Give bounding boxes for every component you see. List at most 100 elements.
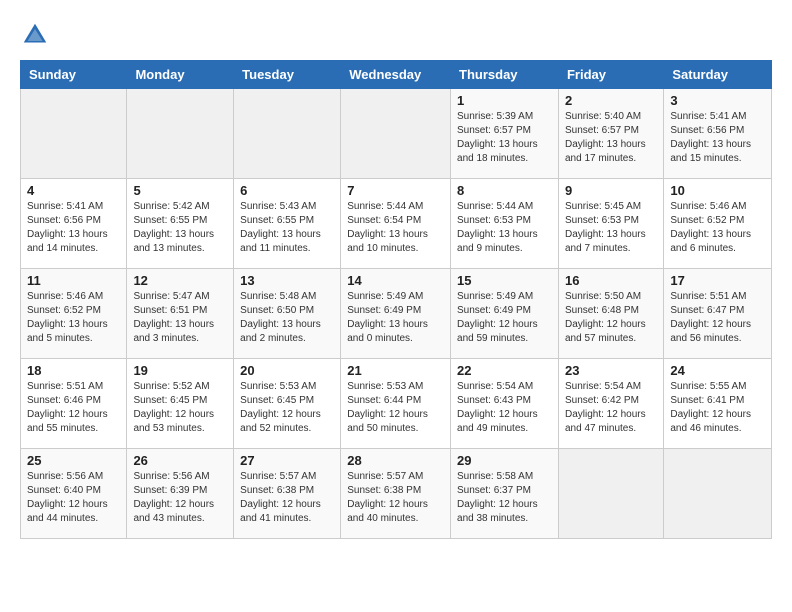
day-info: Sunrise: 5:51 AM Sunset: 6:47 PM Dayligh…	[670, 290, 765, 346]
logo	[20, 20, 54, 50]
week-row-2: 4 Sunrise: 5:41 AM Sunset: 6:56 PM Daylig…	[21, 179, 772, 269]
day-info: Sunrise: 5:56 AM Sunset: 6:39 PM Dayligh…	[133, 470, 227, 526]
day-number: 1	[457, 93, 552, 108]
day-number: 2	[565, 93, 657, 108]
day-cell: 4 Sunrise: 5:41 AM Sunset: 6:56 PM Daylig…	[21, 179, 127, 269]
day-info: Sunrise: 5:44 AM Sunset: 6:53 PM Dayligh…	[457, 200, 552, 256]
day-number: 21	[347, 363, 444, 378]
day-cell: 2 Sunrise: 5:40 AM Sunset: 6:57 PM Daylig…	[558, 89, 663, 179]
day-cell: 12 Sunrise: 5:47 AM Sunset: 6:51 PM Dayli…	[127, 269, 234, 359]
day-number: 22	[457, 363, 552, 378]
day-info: Sunrise: 5:46 AM Sunset: 6:52 PM Dayligh…	[670, 200, 765, 256]
day-info: Sunrise: 5:51 AM Sunset: 6:46 PM Dayligh…	[27, 380, 120, 436]
day-cell: 8 Sunrise: 5:44 AM Sunset: 6:53 PM Daylig…	[451, 179, 559, 269]
day-number: 17	[670, 273, 765, 288]
day-cell: 20 Sunrise: 5:53 AM Sunset: 6:45 PM Dayli…	[234, 359, 341, 449]
day-info: Sunrise: 5:49 AM Sunset: 6:49 PM Dayligh…	[347, 290, 444, 346]
day-cell: 7 Sunrise: 5:44 AM Sunset: 6:54 PM Daylig…	[341, 179, 451, 269]
day-info: Sunrise: 5:55 AM Sunset: 6:41 PM Dayligh…	[670, 380, 765, 436]
day-info: Sunrise: 5:56 AM Sunset: 6:40 PM Dayligh…	[27, 470, 120, 526]
day-number: 20	[240, 363, 334, 378]
day-info: Sunrise: 5:49 AM Sunset: 6:49 PM Dayligh…	[457, 290, 552, 346]
day-cell	[21, 89, 127, 179]
day-number: 5	[133, 183, 227, 198]
day-info: Sunrise: 5:46 AM Sunset: 6:52 PM Dayligh…	[27, 290, 120, 346]
day-cell: 10 Sunrise: 5:46 AM Sunset: 6:52 PM Dayli…	[664, 179, 772, 269]
day-info: Sunrise: 5:54 AM Sunset: 6:42 PM Dayligh…	[565, 380, 657, 436]
day-cell: 18 Sunrise: 5:51 AM Sunset: 6:46 PM Dayli…	[21, 359, 127, 449]
day-cell: 11 Sunrise: 5:46 AM Sunset: 6:52 PM Dayli…	[21, 269, 127, 359]
day-info: Sunrise: 5:50 AM Sunset: 6:48 PM Dayligh…	[565, 290, 657, 346]
day-cell: 25Sunrise: 5:56 AM Sunset: 6:40 PM Dayli…	[21, 449, 127, 539]
page-header	[20, 20, 772, 50]
day-cell	[127, 89, 234, 179]
day-info: Sunrise: 5:43 AM Sunset: 6:55 PM Dayligh…	[240, 200, 334, 256]
day-number: 7	[347, 183, 444, 198]
header-cell-saturday: Saturday	[664, 61, 772, 89]
day-cell: 23 Sunrise: 5:54 AM Sunset: 6:42 PM Dayli…	[558, 359, 663, 449]
day-info: Sunrise: 5:53 AM Sunset: 6:45 PM Dayligh…	[240, 380, 334, 436]
day-number: 9	[565, 183, 657, 198]
day-cell: 9 Sunrise: 5:45 AM Sunset: 6:53 PM Daylig…	[558, 179, 663, 269]
day-cell: 13 Sunrise: 5:48 AM Sunset: 6:50 PM Dayli…	[234, 269, 341, 359]
week-row-1: 1 Sunrise: 5:39 AM Sunset: 6:57 PM Daylig…	[21, 89, 772, 179]
day-number: 6	[240, 183, 334, 198]
week-row-3: 11 Sunrise: 5:46 AM Sunset: 6:52 PM Dayli…	[21, 269, 772, 359]
day-cell: 1 Sunrise: 5:39 AM Sunset: 6:57 PM Daylig…	[451, 89, 559, 179]
calendar-table: SundayMondayTuesdayWednesdayThursdayFrid…	[20, 60, 772, 539]
day-number: 19	[133, 363, 227, 378]
day-info: Sunrise: 5:45 AM Sunset: 6:53 PM Dayligh…	[565, 200, 657, 256]
day-number: 26	[133, 453, 227, 468]
day-number: 8	[457, 183, 552, 198]
day-info: Sunrise: 5:40 AM Sunset: 6:57 PM Dayligh…	[565, 110, 657, 166]
day-number: 24	[670, 363, 765, 378]
day-info: Sunrise: 5:57 AM Sunset: 6:38 PM Dayligh…	[347, 470, 444, 526]
day-cell: 28 Sunrise: 5:57 AM Sunset: 6:38 PM Dayli…	[341, 449, 451, 539]
day-info: Sunrise: 5:52 AM Sunset: 6:45 PM Dayligh…	[133, 380, 227, 436]
calendar-body: 1 Sunrise: 5:39 AM Sunset: 6:57 PM Daylig…	[21, 89, 772, 539]
day-cell: 14 Sunrise: 5:49 AM Sunset: 6:49 PM Dayli…	[341, 269, 451, 359]
day-cell	[558, 449, 663, 539]
day-number: 14	[347, 273, 444, 288]
day-cell: 17 Sunrise: 5:51 AM Sunset: 6:47 PM Dayli…	[664, 269, 772, 359]
day-number: 3	[670, 93, 765, 108]
day-number: 4	[27, 183, 120, 198]
header-row: SundayMondayTuesdayWednesdayThursdayFrid…	[21, 61, 772, 89]
day-cell: 27 Sunrise: 5:57 AM Sunset: 6:38 PM Dayli…	[234, 449, 341, 539]
day-info: Sunrise: 5:47 AM Sunset: 6:51 PM Dayligh…	[133, 290, 227, 346]
header-cell-wednesday: Wednesday	[341, 61, 451, 89]
day-cell: 22 Sunrise: 5:54 AM Sunset: 6:43 PM Dayli…	[451, 359, 559, 449]
day-number: 29	[457, 453, 552, 468]
day-cell: 29 Sunrise: 5:58 AM Sunset: 6:37 PM Dayli…	[451, 449, 559, 539]
day-info: Sunrise: 5:57 AM Sunset: 6:38 PM Dayligh…	[240, 470, 334, 526]
header-cell-friday: Friday	[558, 61, 663, 89]
day-cell: 5 Sunrise: 5:42 AM Sunset: 6:55 PM Daylig…	[127, 179, 234, 269]
day-number: 27	[240, 453, 334, 468]
day-number: 10	[670, 183, 765, 198]
day-cell: 16 Sunrise: 5:50 AM Sunset: 6:48 PM Dayli…	[558, 269, 663, 359]
day-info: Sunrise: 5:41 AM Sunset: 6:56 PM Dayligh…	[670, 110, 765, 166]
day-number: 18	[27, 363, 120, 378]
day-cell: 19 Sunrise: 5:52 AM Sunset: 6:45 PM Dayli…	[127, 359, 234, 449]
week-row-4: 18 Sunrise: 5:51 AM Sunset: 6:46 PM Dayli…	[21, 359, 772, 449]
header-cell-monday: Monday	[127, 61, 234, 89]
day-cell: 3 Sunrise: 5:41 AM Sunset: 6:56 PM Daylig…	[664, 89, 772, 179]
day-number: 16	[565, 273, 657, 288]
day-cell: 6 Sunrise: 5:43 AM Sunset: 6:55 PM Daylig…	[234, 179, 341, 269]
day-info: Sunrise: 5:48 AM Sunset: 6:50 PM Dayligh…	[240, 290, 334, 346]
day-number: 11	[27, 273, 120, 288]
day-info: Sunrise: 5:58 AM Sunset: 6:37 PM Dayligh…	[457, 470, 552, 526]
header-cell-thursday: Thursday	[451, 61, 559, 89]
day-cell: 24 Sunrise: 5:55 AM Sunset: 6:41 PM Dayli…	[664, 359, 772, 449]
day-number: 12	[133, 273, 227, 288]
day-info: Sunrise: 5:39 AM Sunset: 6:57 PM Dayligh…	[457, 110, 552, 166]
day-info: Sunrise: 5:54 AM Sunset: 6:43 PM Dayligh…	[457, 380, 552, 436]
day-number: 28	[347, 453, 444, 468]
day-info: Sunrise: 5:44 AM Sunset: 6:54 PM Dayligh…	[347, 200, 444, 256]
day-info: Sunrise: 5:41 AM Sunset: 6:56 PM Dayligh…	[27, 200, 120, 256]
day-number: 23	[565, 363, 657, 378]
day-info: Sunrise: 5:42 AM Sunset: 6:55 PM Dayligh…	[133, 200, 227, 256]
day-number: 13	[240, 273, 334, 288]
day-info: Sunrise: 5:53 AM Sunset: 6:44 PM Dayligh…	[347, 380, 444, 436]
day-cell: 15Sunrise: 5:49 AM Sunset: 6:49 PM Dayli…	[451, 269, 559, 359]
